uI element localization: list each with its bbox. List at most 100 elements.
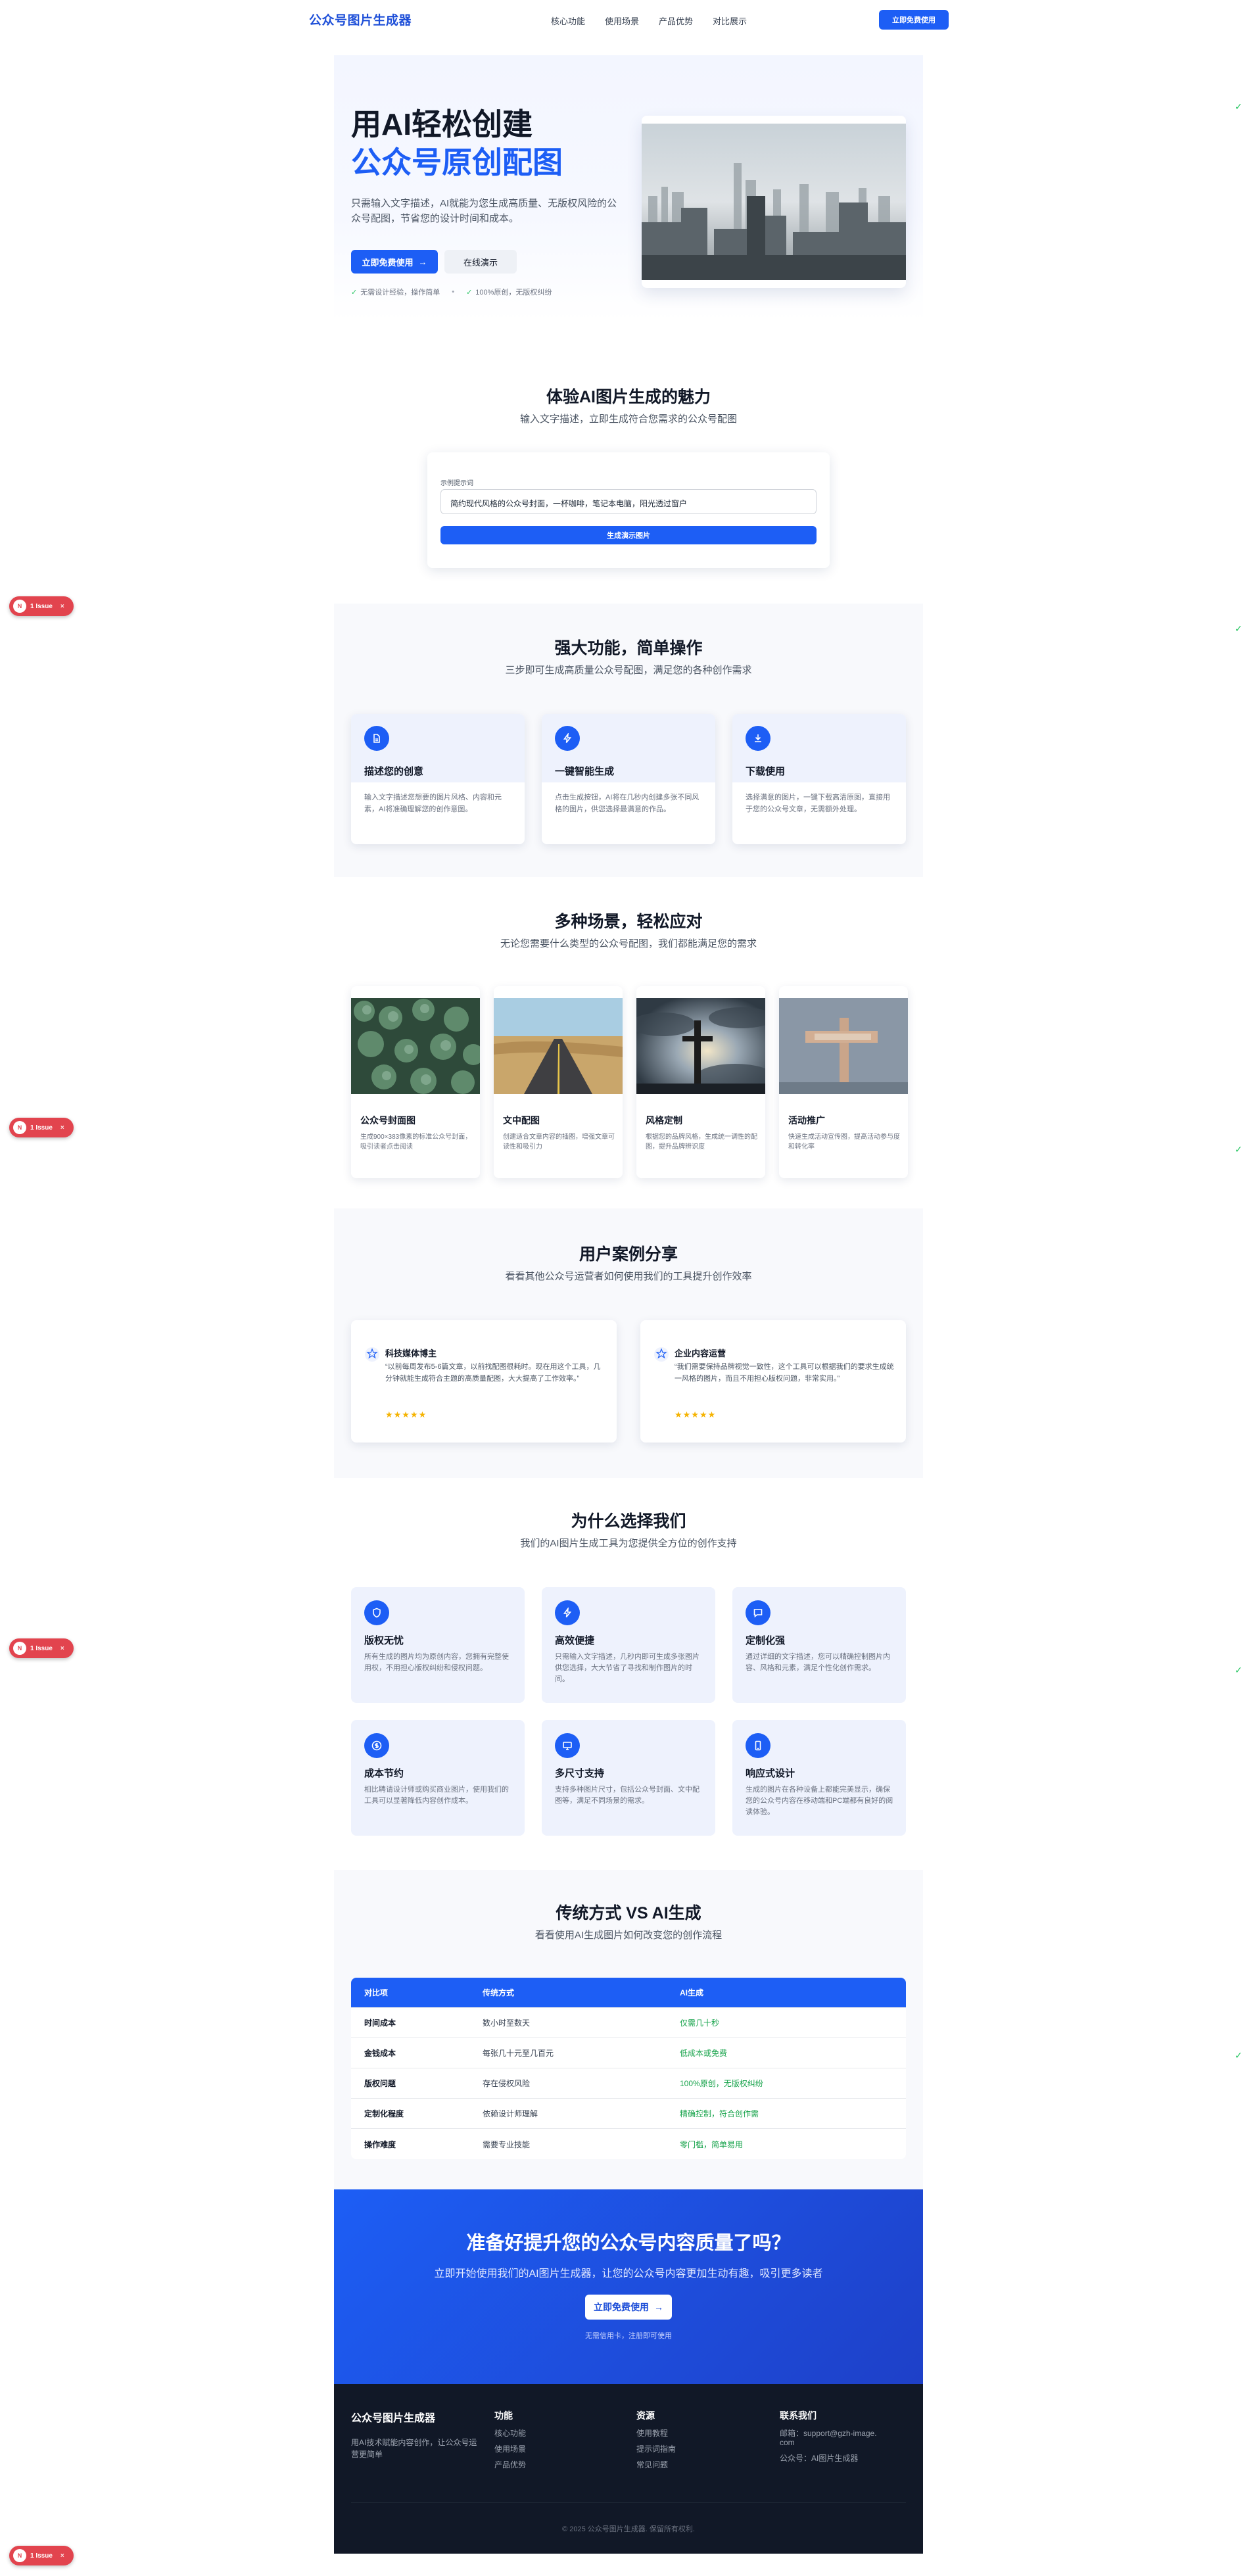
close-icon[interactable]: ×	[60, 2552, 64, 2560]
user-avatar-icon	[365, 1347, 379, 1362]
table-cell: 100%原创，无版权纠纷	[680, 2079, 763, 2088]
footer-link[interactable]: 常见问题	[636, 2460, 676, 2469]
demo-section: 体验AI图片生成的魅力 输入文字描述，立即生成符合您需求的公众号配图 示例提示词…	[334, 321, 923, 604]
why-card-title: 版权无忧	[364, 1635, 404, 1646]
issue-badge[interactable]: N 1 Issue ×	[9, 1638, 74, 1658]
why-card-title: 响应式设计	[746, 1768, 795, 1779]
footer-link[interactable]: 使用教程	[636, 2429, 676, 2438]
why-card-desc: 相比聘请设计师或购买商业图片，使用我们的工具可以显著降低内容创作成本。	[364, 1786, 509, 1805]
footer-link[interactable]: 产品优势	[494, 2460, 526, 2469]
case-name: 科技媒体博主	[385, 1348, 437, 1358]
user-avatar-icon	[654, 1347, 669, 1362]
scene-title: 风格定制	[646, 1115, 682, 1126]
vue-devtools-icon[interactable]: ✓	[1235, 2050, 1243, 2061]
scene-desc: 创建适合文章内容的插图，增强文章可读性和吸引力	[503, 1133, 615, 1151]
footer-col-features: 功能 核心功能 使用场景 产品优势	[494, 2409, 526, 2469]
download-icon	[746, 726, 771, 751]
footer-brand: 公众号图片生成器	[351, 2413, 436, 2424]
feature-desc: 输入文字描述您想要的图片风格、内容和元素，AI将准确理解您的创作意图。	[364, 794, 502, 813]
why-card-title: 定制化强	[746, 1635, 786, 1646]
plant-image	[351, 998, 480, 1094]
demo-title: 体验AI图片生成的魅力	[546, 388, 711, 406]
issue-badge[interactable]: N 1 Issue ×	[9, 2546, 74, 2565]
issue-label: 1 Issue	[30, 1644, 53, 1652]
footer-link[interactable]: 提示词指南	[636, 2445, 676, 2454]
demo-card: 示例提示词 简约现代风格的公众号封面，一杯咖啡，笔记本电脑，阳光透过窗户 生成演…	[427, 452, 830, 568]
nav-link-compare[interactable]: 对比展示	[713, 14, 747, 27]
brand-logo[interactable]: 公众号图片生成器	[309, 11, 412, 28]
issue-badge[interactable]: N 1 Issue ×	[9, 1118, 74, 1137]
vue-devtools-icon[interactable]: ✓	[1235, 623, 1243, 634]
footer-link[interactable]: 核心功能	[494, 2429, 526, 2438]
cases-subtitle: 看看其他公众号运营者如何使用我们的工具提升创作效率	[505, 1271, 752, 1282]
why-card-title: 高效便捷	[555, 1635, 595, 1646]
city-skyline-image	[642, 124, 906, 280]
case-quote: “我们需要保持品牌视觉一致性，这个工具可以根据我们的要求生成统一风格的图片，而且…	[675, 1363, 894, 1383]
nav-link-advantages[interactable]: 产品优势	[659, 14, 693, 27]
scene-title: 公众号封面图	[360, 1115, 415, 1126]
arrow-right-icon: →	[654, 2302, 663, 2312]
compare-section: 传统方式 VS AI生成 看看使用AI生成图片如何改变您的创作流程 对比项 传统…	[334, 1870, 923, 2189]
why-card: 版权无忧 所有生成的图片均为原创内容，您拥有完整使用权，不用担心版权纠纷和侵权问…	[351, 1587, 525, 1703]
scene-card: 活动推广 快速生成活动宣传图，提高活动参与度和转化率	[779, 986, 908, 1178]
phone-icon	[746, 1733, 771, 1758]
footer-email[interactable]: 邮箱：support@gzh-image.com	[780, 2429, 878, 2447]
hero-checks: ✓ 无需设计经验，操作简单 • ✓ 100%原创，无版权纠纷	[351, 287, 552, 297]
dot-separator: •	[452, 288, 455, 296]
cta-subtitle: 立即开始使用我们的AI图片生成器，让您的公众号内容更加生动有趣，吸引更多读者	[434, 2268, 823, 2279]
hero-demo-button[interactable]: 在线演示	[444, 250, 517, 274]
nav-cta-button[interactable]: 立即免费使用	[879, 10, 949, 30]
vue-devtools-icon[interactable]: ✓	[1235, 101, 1243, 112]
why-card: 成本节约 相比聘请设计师或购买商业图片，使用我们的工具可以显著降低内容创作成本。	[351, 1720, 525, 1836]
table-cell: 定制化程度	[364, 2109, 404, 2118]
close-icon[interactable]: ×	[60, 1645, 64, 1652]
hero-title: 用AI轻松创建 公众号原创配图	[351, 105, 563, 181]
footer-desc: 用AI技术赋能内容创作，让公众号运营更简单	[351, 2438, 477, 2459]
hero-check-1: 无需设计经验，操作简单	[360, 289, 440, 297]
table-cell: 依赖设计师理解	[483, 2109, 538, 2118]
feature-desc: 点击生成按钮，AI将在几秒内创建多张不同风格的图片，供您选择最满意的作品。	[555, 794, 700, 813]
prompt-input[interactable]: 简约现代风格的公众号封面，一杯咖啡，笔记本电脑，阳光透过窗户	[440, 489, 817, 514]
scenes-subtitle: 无论您需要什么类型的公众号配图，我们都能满足您的需求	[500, 938, 757, 949]
features-section: 强大功能，简单操作 三步即可生成高质量公众号配图，满足您的各种创作需求 描述您的…	[334, 604, 923, 877]
footer-brand-col: 公众号图片生成器 用AI技术赋能内容创作，让公众号运营更简单	[351, 2409, 480, 2460]
table-header: AI生成	[680, 1988, 704, 1997]
feature-card: 描述您的创意 输入文字描述您想要的图片风格、内容和元素，AI将准确理解您的创作意…	[351, 714, 525, 844]
vue-devtools-icon[interactable]: ✓	[1235, 1665, 1243, 1676]
table-header: 对比项	[364, 1988, 389, 1997]
nav-link-features[interactable]: 核心功能	[551, 14, 585, 27]
cta-button-label: 立即免费使用	[594, 2302, 649, 2312]
top-nav: 公众号图片生成器 核心功能 使用场景 产品优势 对比展示 立即免费使用	[0, 0, 1257, 41]
generate-demo-button[interactable]: 生成演示图片	[440, 526, 817, 544]
feature-desc: 选择满意的图片，一键下载高清原图，直接用于您的公众号文章，无需额外处理。	[746, 794, 890, 813]
why-card-title: 多尺寸支持	[555, 1768, 605, 1779]
feature-card: 下载使用 选择满意的图片，一键下载高清原图，直接用于您的公众号文章，无需额外处理…	[732, 714, 906, 844]
table-cell: 数小时至数天	[483, 2018, 531, 2028]
table-cell: 精确控制，符合创作需	[680, 2109, 759, 2118]
bolt-icon	[555, 726, 580, 751]
why-card-title: 成本节约	[364, 1768, 404, 1779]
footer-link[interactable]: 使用场景	[494, 2445, 526, 2454]
footer-wechat: 公众号：AI图片生成器	[780, 2454, 859, 2463]
hero-primary-button[interactable]: 立即免费使用 →	[351, 250, 438, 274]
issue-label: 1 Issue	[30, 602, 53, 610]
table-cell: 需要专业技能	[483, 2139, 531, 2149]
rating-stars: ★★★★★	[675, 1410, 717, 1419]
cta-button[interactable]: 立即免费使用 →	[585, 2295, 672, 2320]
issue-label: 1 Issue	[30, 1124, 53, 1132]
issue-logo-icon: N	[13, 1642, 26, 1655]
table-header: 传统方式	[483, 1988, 515, 1997]
cta-section: 准备好提升您的公众号内容质量了吗？ 立即开始使用我们的AI图片生成器，让您的公众…	[334, 2189, 923, 2384]
cases-title: 用户案例分享	[579, 1245, 678, 1264]
vue-devtools-icon[interactable]: ✓	[1235, 1144, 1243, 1155]
nav-link-scenes[interactable]: 使用场景	[605, 14, 639, 27]
issue-badge[interactable]: N 1 Issue ×	[9, 596, 74, 616]
close-icon[interactable]: ×	[60, 603, 64, 610]
bolt-icon	[555, 1600, 580, 1625]
table-cell: 时间成本	[364, 2018, 396, 2028]
close-icon[interactable]: ×	[60, 1124, 64, 1132]
footer-col-title: 资源	[636, 2410, 655, 2421]
chat-icon	[746, 1600, 771, 1625]
why-card: 多尺寸支持 支持多种图片尺寸，包括公众号封面、文中配图等，满足不同场景的需求。	[542, 1720, 715, 1836]
why-subtitle: 我们的AI图片生成工具为您提供全方位的创作支持	[520, 1538, 737, 1549]
